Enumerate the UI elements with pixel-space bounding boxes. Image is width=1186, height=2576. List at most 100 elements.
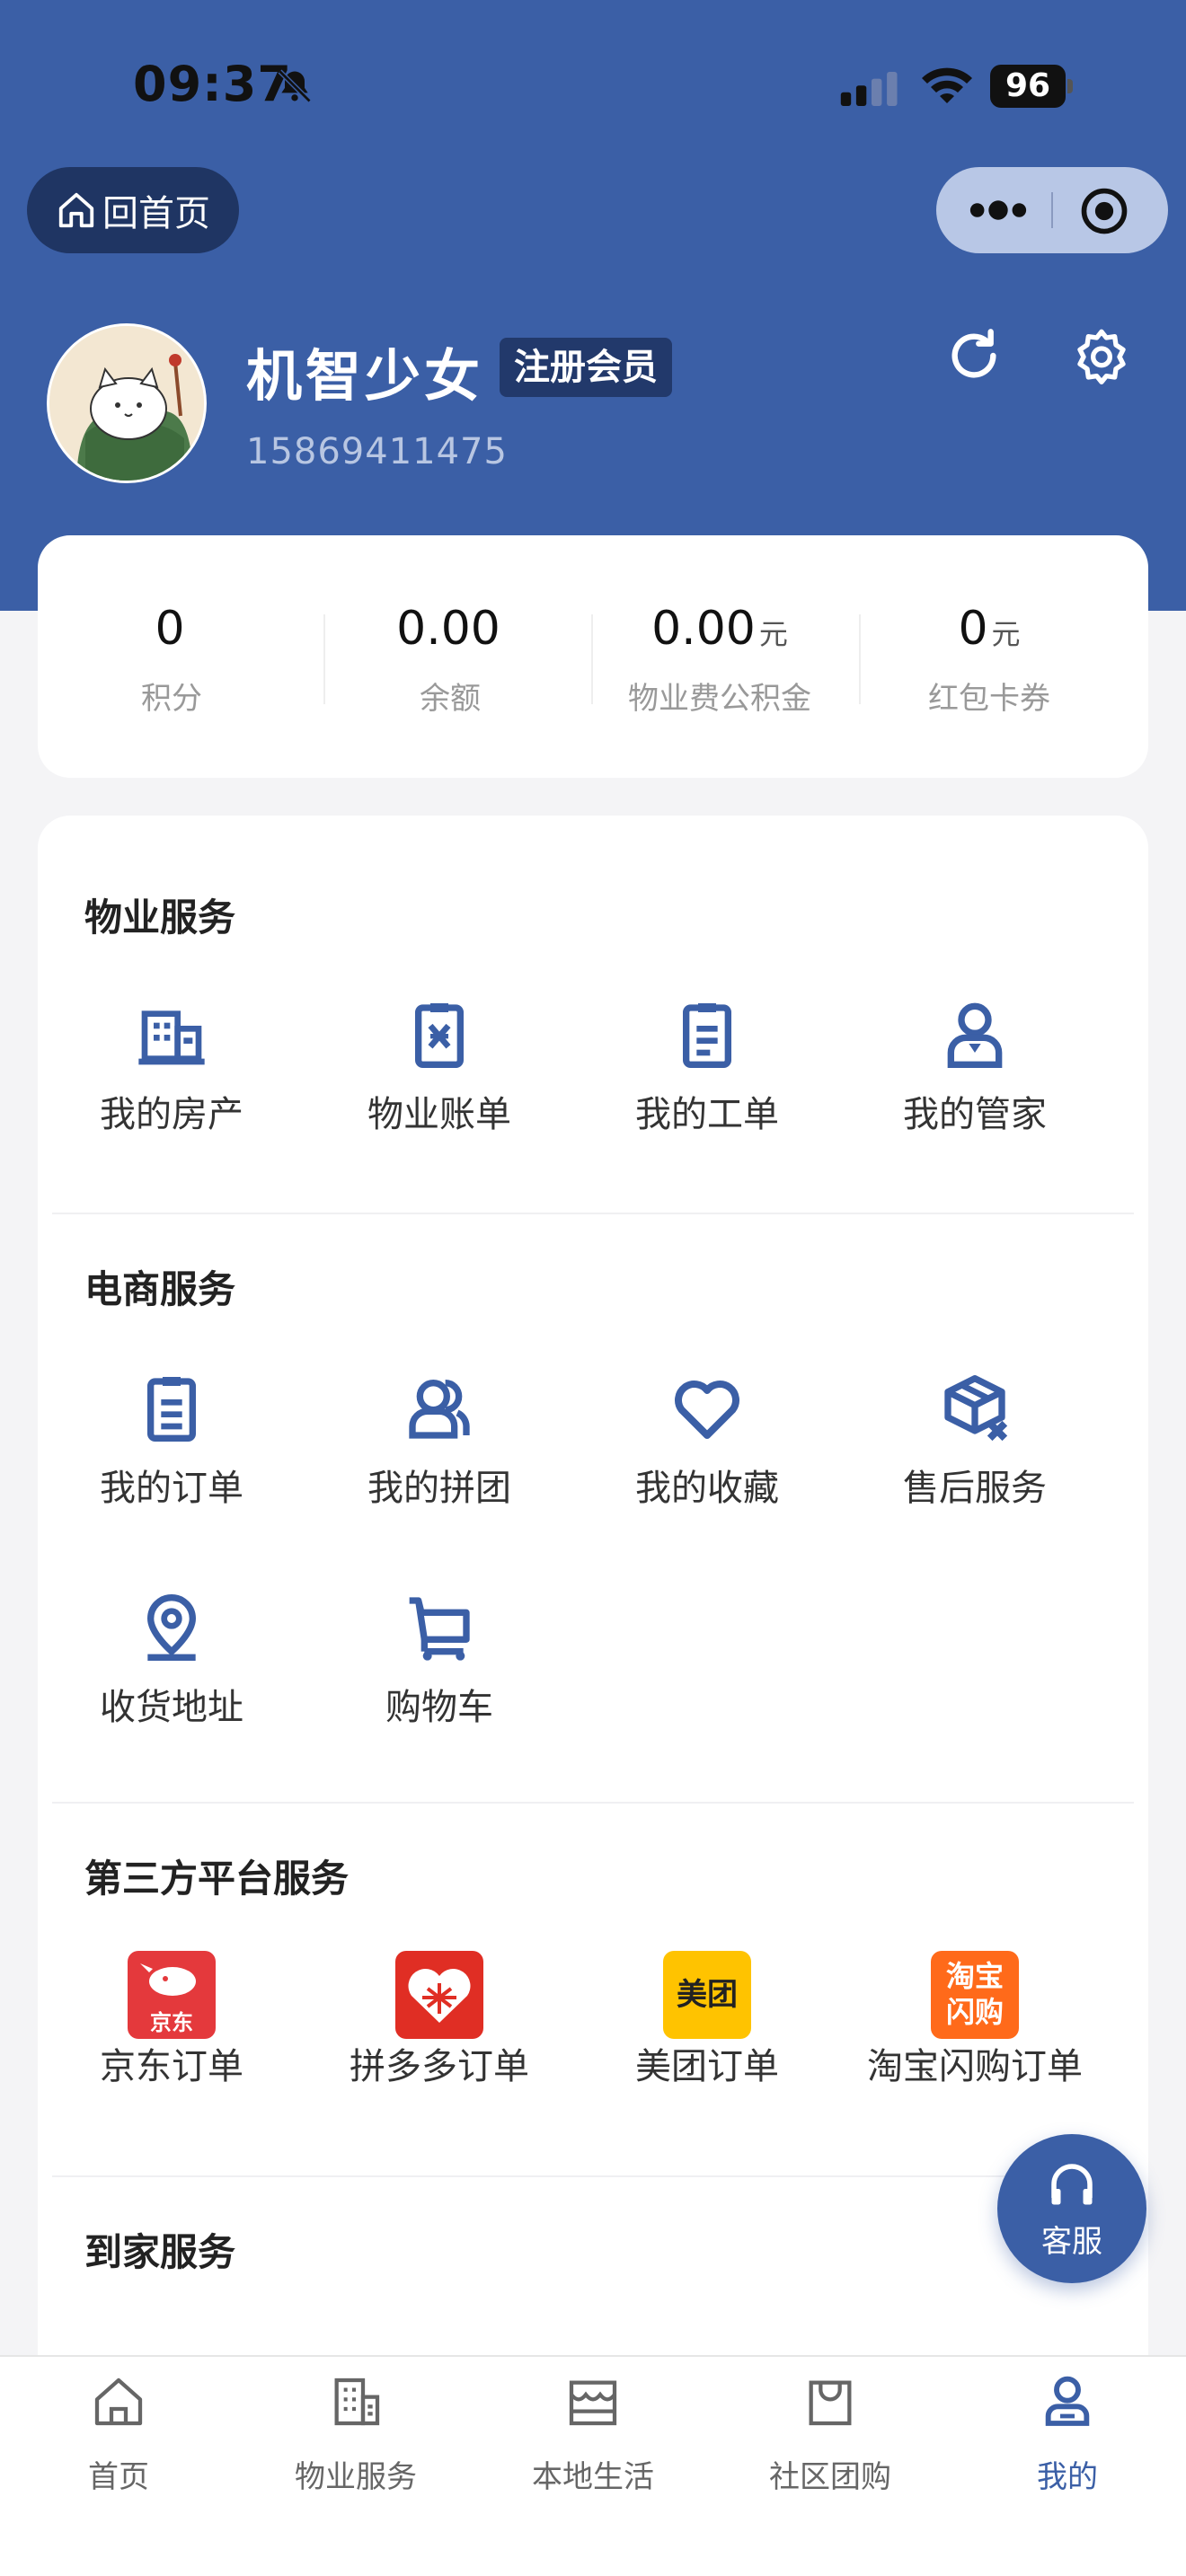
section-title-property: 物业服务 xyxy=(84,895,236,940)
work-order-icon xyxy=(683,1003,731,1068)
headset-icon xyxy=(1051,2164,1093,2205)
shop-icon xyxy=(569,2380,617,2426)
home-icon xyxy=(58,192,94,228)
phone-number: 15869411475 xyxy=(246,431,508,472)
service-label: 我的拼团 xyxy=(367,1468,511,1509)
wifi-icon xyxy=(922,67,972,103)
service-label: 售后服务 xyxy=(903,1468,1047,1509)
service-my-orders[interactable]: 我的订单 xyxy=(38,1372,305,1543)
battery-indicator: 96 xyxy=(990,65,1073,108)
stat-balance[interactable]: 0.00 余额 xyxy=(316,535,584,778)
service-pdd-orders[interactable]: 拼多多订单 xyxy=(305,1951,573,2122)
account-stats-card: 0 积分 0.00 余额 0.00 元 物业费公积金 0元 红包卡券 xyxy=(38,535,1148,778)
customer-service-label: 客服 xyxy=(1041,2224,1102,2260)
cat-avatar-illustration xyxy=(49,326,204,481)
user-icon xyxy=(1045,2376,1090,2426)
stat-label: 积分 xyxy=(141,681,202,717)
service-label: 淘宝闪购订单 xyxy=(867,2046,1083,2087)
meituan-logo: 美团 xyxy=(663,1951,751,2039)
username: 机智少女 xyxy=(246,343,484,409)
avatar[interactable] xyxy=(47,323,207,483)
jd-dog-icon xyxy=(140,1963,196,1996)
heart-icon xyxy=(675,1381,739,1439)
refresh-icon[interactable] xyxy=(945,327,1003,384)
service-label: 拼多多订单 xyxy=(350,2046,529,2087)
bill-icon xyxy=(415,1003,464,1068)
miniprogram-capsule xyxy=(936,167,1168,253)
section-title-home-service: 到家服务 xyxy=(84,2230,236,2274)
service-jd-orders[interactable]: 京东 京东订单 xyxy=(38,1951,305,2122)
location-icon xyxy=(146,1593,197,1661)
order-icon xyxy=(147,1377,196,1442)
stat-label: 物业费公积金 xyxy=(628,681,811,717)
jd-logo-text: 京东 xyxy=(150,2010,193,2035)
section-title-third-party: 第三方平台服务 xyxy=(84,1857,350,1901)
tab-home[interactable]: 首页 xyxy=(0,2357,237,2536)
butler-icon xyxy=(947,1002,1003,1068)
customer-service-button[interactable]: 客服 xyxy=(997,2134,1146,2283)
tab-label: 社区团购 xyxy=(769,2459,891,2495)
after-sales-icon xyxy=(944,1375,1008,1442)
back-home-label: 回首页 xyxy=(102,193,210,234)
cart-icon xyxy=(409,1597,470,1661)
stat-value: 0 xyxy=(958,602,988,656)
home-icon xyxy=(94,2378,143,2426)
service-after-sales[interactable]: 售后服务 xyxy=(841,1372,1109,1543)
stat-points[interactable]: 0 积分 xyxy=(38,535,305,778)
shopping-bag-icon xyxy=(809,2380,852,2426)
service-butler[interactable]: 我的管家 xyxy=(841,999,1109,1169)
section-title-ecommerce: 电商服务 xyxy=(84,1267,236,1311)
stat-label: 余额 xyxy=(420,681,481,717)
pdd-logo xyxy=(395,1951,483,2039)
stat-value: 0 xyxy=(155,602,185,656)
service-label: 我的房产 xyxy=(100,1094,243,1135)
service-address[interactable]: 收货地址 xyxy=(38,1592,305,1762)
bottom-tab-bar: 首页 物业服务 本地生活 社区团购 我的 xyxy=(0,2355,1186,2576)
service-property-bill[interactable]: 物业账单 xyxy=(305,999,573,1169)
muted-bell-icon xyxy=(278,69,312,103)
back-home-button[interactable]: 回首页 xyxy=(27,167,239,253)
tab-mine[interactable]: 我的 xyxy=(949,2357,1186,2536)
cellular-signal-icon xyxy=(840,72,898,106)
service-label: 美团订单 xyxy=(635,2046,779,2087)
service-label: 我的工单 xyxy=(635,1094,779,1135)
service-label: 我的订单 xyxy=(100,1468,243,1509)
group-buy-icon xyxy=(409,1380,470,1439)
building-icon xyxy=(138,1010,205,1065)
more-options-icon[interactable] xyxy=(967,194,1030,226)
service-label: 我的管家 xyxy=(903,1094,1047,1135)
jd-logo: 京东 xyxy=(128,1951,216,2039)
service-favorites[interactable]: 我的收藏 xyxy=(573,1372,841,1543)
pdd-logo-icon xyxy=(408,1968,471,2023)
tab-local-life[interactable]: 本地生活 xyxy=(474,2357,712,2536)
status-time: 09:37 xyxy=(133,56,292,112)
battery-level: 96 xyxy=(990,65,1066,108)
tab-label: 我的 xyxy=(1037,2459,1098,2495)
close-miniprogram-icon[interactable] xyxy=(1080,187,1128,235)
service-work-order[interactable]: 我的工单 xyxy=(573,999,841,1169)
office-building-icon xyxy=(334,2378,380,2426)
service-label: 收货地址 xyxy=(100,1687,243,1728)
service-label: 物业账单 xyxy=(367,1094,511,1135)
stat-unit: 元 xyxy=(758,617,788,651)
service-my-property[interactable]: 我的房产 xyxy=(38,999,305,1169)
stat-coupons[interactable]: 0元 红包卡券 xyxy=(855,535,1123,778)
tab-label: 物业服务 xyxy=(295,2459,417,2495)
stat-value: 0.00 xyxy=(651,602,756,656)
stat-unit: 元 xyxy=(991,617,1021,651)
tab-group-buy[interactable]: 社区团购 xyxy=(712,2357,949,2536)
service-cart[interactable]: 购物车 xyxy=(305,1592,573,1762)
service-group-buy[interactable]: 我的拼团 xyxy=(305,1372,573,1543)
service-taobao-orders[interactable]: 淘宝闪购 淘宝闪购订单 xyxy=(841,1951,1109,2122)
status-bar: 09:37 96 xyxy=(0,0,1186,171)
stat-property-fund[interactable]: 0.00 元 物业费公积金 xyxy=(586,535,854,778)
gear-icon[interactable] xyxy=(1073,327,1130,384)
tab-label: 首页 xyxy=(88,2459,149,2495)
service-label: 京东订单 xyxy=(100,2046,243,2087)
service-meituan-orders[interactable]: 美团 美团订单 xyxy=(573,1951,841,2122)
taobao-logo: 淘宝闪购 xyxy=(931,1951,1019,2039)
stat-value: 0.00 xyxy=(396,602,500,656)
tab-property[interactable]: 物业服务 xyxy=(237,2357,474,2536)
tab-label: 本地生活 xyxy=(532,2459,654,2495)
service-label: 我的收藏 xyxy=(635,1468,779,1509)
